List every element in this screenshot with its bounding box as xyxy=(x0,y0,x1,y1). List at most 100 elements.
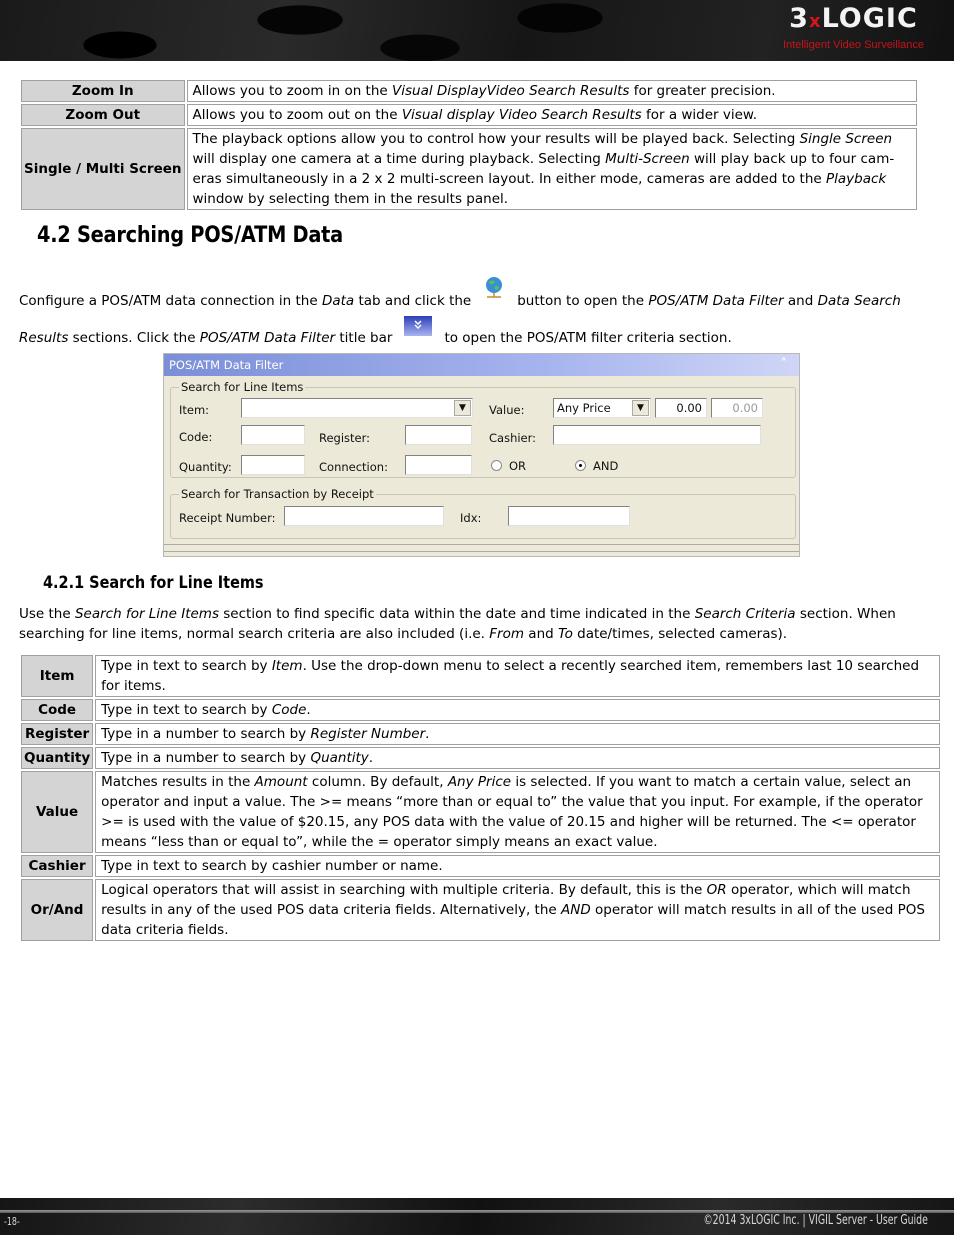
row-key: Cashier xyxy=(21,855,94,877)
filter-title: POS/ATM Data Filter xyxy=(169,358,284,372)
logo-x: x xyxy=(808,11,822,32)
connection-label: Connection: xyxy=(319,460,388,474)
text-run: and xyxy=(524,626,558,642)
logo-text: LOGIC xyxy=(821,3,918,34)
chevron-down-icon[interactable]: ▼ xyxy=(632,400,649,416)
and-radio[interactable] xyxy=(575,460,586,471)
emphasized-text: Visual display Video Search Results xyxy=(401,107,642,123)
row-key: Code xyxy=(21,699,94,721)
text-run: column. By default, xyxy=(307,774,448,790)
filter-title-bar[interactable]: POS/ATM Data Filter ˄ xyxy=(164,354,799,376)
globe-network-icon xyxy=(483,276,505,314)
code-label: Code: xyxy=(179,430,213,444)
table-row: Item Type in text to search by Item. Use … xyxy=(21,655,940,697)
emphasized-text: Any Price xyxy=(447,774,512,790)
text-run: Allows you to zoom in on the xyxy=(192,83,393,99)
text-run: . xyxy=(368,750,374,766)
section-title: 4.2 Searching POS/ATM Data xyxy=(37,223,343,248)
row-key: Single / Multi Screen xyxy=(21,128,185,210)
cashier-label: Cashier: xyxy=(489,431,537,445)
text-run: Type in text to search by xyxy=(101,658,272,674)
page-number: -18- xyxy=(4,1215,20,1228)
row-description: Allows you to zoom out on the Visual dis… xyxy=(186,104,917,126)
row-description: Type in a number to search by Quantity. xyxy=(95,747,940,769)
emphasized-text: Item xyxy=(271,658,303,674)
value-to-input[interactable]: 0.00 xyxy=(711,398,763,418)
line-item-fields-table: Item Type in text to search by Item. Use … xyxy=(19,653,942,943)
idx-input[interactable] xyxy=(508,506,630,526)
footer-copyright: ©2014 3xLOGIC Inc. | VIGIL Server - User… xyxy=(703,1213,928,1228)
emphasized-text: Code xyxy=(271,702,307,718)
row-key: Quantity xyxy=(21,747,94,769)
row-description: Type in a number to search by Register N… xyxy=(95,723,940,745)
double-chevron-down-icon xyxy=(404,314,433,350)
text-run: for a wider view. xyxy=(641,107,758,123)
value-label: Value: xyxy=(489,403,525,417)
row-key: Register xyxy=(21,723,94,745)
logo-text: 3 xyxy=(789,3,809,34)
or-label: OR xyxy=(509,459,527,473)
emphasized-text: Playback xyxy=(826,171,887,187)
row-description: Logical operators that will assist in se… xyxy=(95,879,940,941)
emphasized-text: Visual DisplayVideo Search Results xyxy=(392,83,630,99)
quantity-label: Quantity: xyxy=(179,460,232,474)
table-row: Quantity Type in a number to search by Qu… xyxy=(21,747,940,769)
register-input[interactable] xyxy=(405,425,472,445)
cashier-input[interactable] xyxy=(553,425,761,445)
emphasized-text: OR xyxy=(706,882,727,898)
text-run: section to find specific data within the… xyxy=(218,606,695,622)
value-from-input[interactable]: 0.00 xyxy=(655,398,707,418)
code-input[interactable] xyxy=(241,425,305,445)
intro-paragraph: Configure a POS/ATM data connection in t… xyxy=(19,277,939,356)
row-description: The playback options allow you to contro… xyxy=(186,128,917,210)
emphasized-text: To xyxy=(557,626,573,642)
emphasized-text: Search Criteria xyxy=(694,606,796,622)
text-run: Use the xyxy=(19,606,75,622)
emphasized-text: Single Screen xyxy=(799,131,893,147)
table-row: Value Matches results in the Amount colum… xyxy=(21,771,940,853)
row-key: Or/And xyxy=(21,879,94,941)
pos-atm-data-filter-panel: POS/ATM Data Filter ˄ Search for Line It… xyxy=(163,353,800,557)
line-items-legend: Search for Line Items xyxy=(181,380,304,394)
controls-table: Zoom In Allows you to zoom in on the Visu… xyxy=(19,78,919,212)
or-radio[interactable] xyxy=(491,460,502,471)
table-row: Code Type in text to search by Code. xyxy=(21,699,940,721)
page-footer: -18- ©2014 3xLOGIC Inc. | VIGIL Server -… xyxy=(0,1198,954,1235)
text-run: Type in a number to search by xyxy=(101,750,311,766)
panel-splitter[interactable] xyxy=(164,544,799,552)
subsection-paragraph: Use the Search for Line Items section to… xyxy=(19,604,939,644)
row-description: Type in text to search by Code. xyxy=(95,699,940,721)
emphasized-text: Amount xyxy=(254,774,308,790)
chevron-down-icon[interactable]: ▼ xyxy=(454,400,471,416)
value-operator-select[interactable]: Any Price ▼ xyxy=(553,398,651,418)
register-label: Register: xyxy=(319,431,371,445)
collapse-icon[interactable]: ˄ xyxy=(781,354,788,376)
row-key: Zoom Out xyxy=(21,104,185,126)
quantity-input[interactable] xyxy=(241,455,305,475)
table-row: Single / Multi Screen The playback option… xyxy=(21,128,917,210)
text-run: Allows you to zoom out on the xyxy=(192,107,402,123)
emphasized-text: From xyxy=(489,626,524,642)
table-row: Zoom In Allows you to zoom in on the Visu… xyxy=(21,80,917,102)
text-run: . xyxy=(425,726,430,742)
row-description: Type in text to search by Item. Use the … xyxy=(95,655,940,697)
row-description: Type in text to search by cashier number… xyxy=(95,855,940,877)
emphasized-text: Register Number xyxy=(310,726,426,742)
item-combobox[interactable]: ▼ xyxy=(241,398,473,418)
idx-label: Idx: xyxy=(460,511,482,525)
table-row: Zoom Out Allows you to zoom out on the Vi… xyxy=(21,104,917,126)
table-row: Cashier Type in text to search by cashier… xyxy=(21,855,940,877)
text-run: will display one camera at a time during… xyxy=(192,151,606,167)
text-run: window by selecting them in the results … xyxy=(192,191,509,207)
connection-input[interactable] xyxy=(405,455,472,475)
emphasized-text: Multi-Screen xyxy=(605,151,690,167)
text-run: Matches results in the xyxy=(101,774,255,790)
row-key: Value xyxy=(21,771,94,853)
row-key: Zoom In xyxy=(21,80,185,102)
item-label: Item: xyxy=(179,403,210,417)
receipt-number-label: Receipt Number: xyxy=(179,511,276,525)
emphasized-text: Search for Line Items xyxy=(74,606,219,622)
receipt-number-input[interactable] xyxy=(284,506,444,526)
text-run: Type in a number to search by xyxy=(101,726,311,742)
table-row: Register Type in a number to search by Re… xyxy=(21,723,940,745)
